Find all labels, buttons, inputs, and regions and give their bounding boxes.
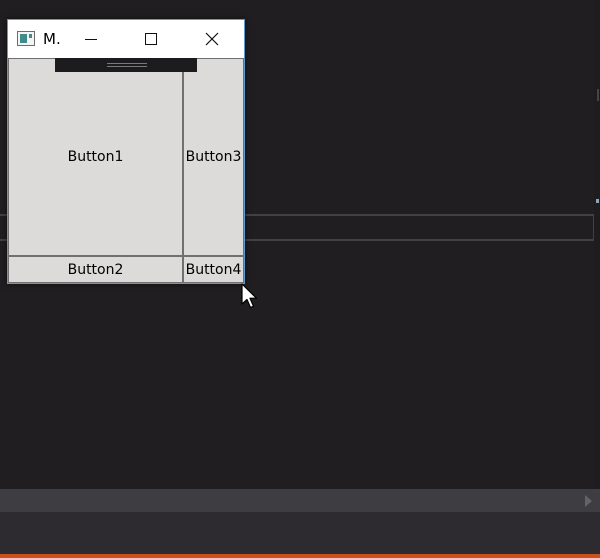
bottom-panel: [0, 512, 600, 554]
button-2[interactable]: Button2: [8, 256, 183, 283]
background-marker: [597, 89, 599, 101]
client-area: Button1 Button3 Button2 Button4: [8, 58, 244, 283]
grip-icon: [107, 63, 147, 64]
scroll-right-arrow-icon[interactable]: [585, 495, 592, 507]
close-button[interactable]: [182, 20, 242, 58]
minimize-icon: [85, 39, 97, 40]
close-icon: [205, 32, 219, 46]
drag-handle[interactable]: [55, 58, 197, 72]
button-1[interactable]: Button1: [8, 58, 183, 256]
mouse-pointer-icon: [241, 283, 258, 309]
background-scrollbar-track: [594, 0, 600, 490]
button-3[interactable]: Button3: [183, 58, 244, 256]
maximize-button[interactable]: [121, 20, 181, 58]
horizontal-scrollbar[interactable]: [0, 489, 600, 512]
title-bar[interactable]: M.: [8, 20, 244, 58]
app-window: M. Button1 Button3 Button2 Button4: [7, 19, 245, 284]
app-window-icon: [17, 31, 35, 46]
minimize-button[interactable]: [61, 20, 121, 58]
maximize-icon: [145, 33, 157, 45]
button-4[interactable]: Button4: [183, 256, 244, 283]
status-bar: [0, 554, 600, 558]
window-title: M.: [43, 30, 61, 48]
background-marker: [596, 199, 599, 203]
